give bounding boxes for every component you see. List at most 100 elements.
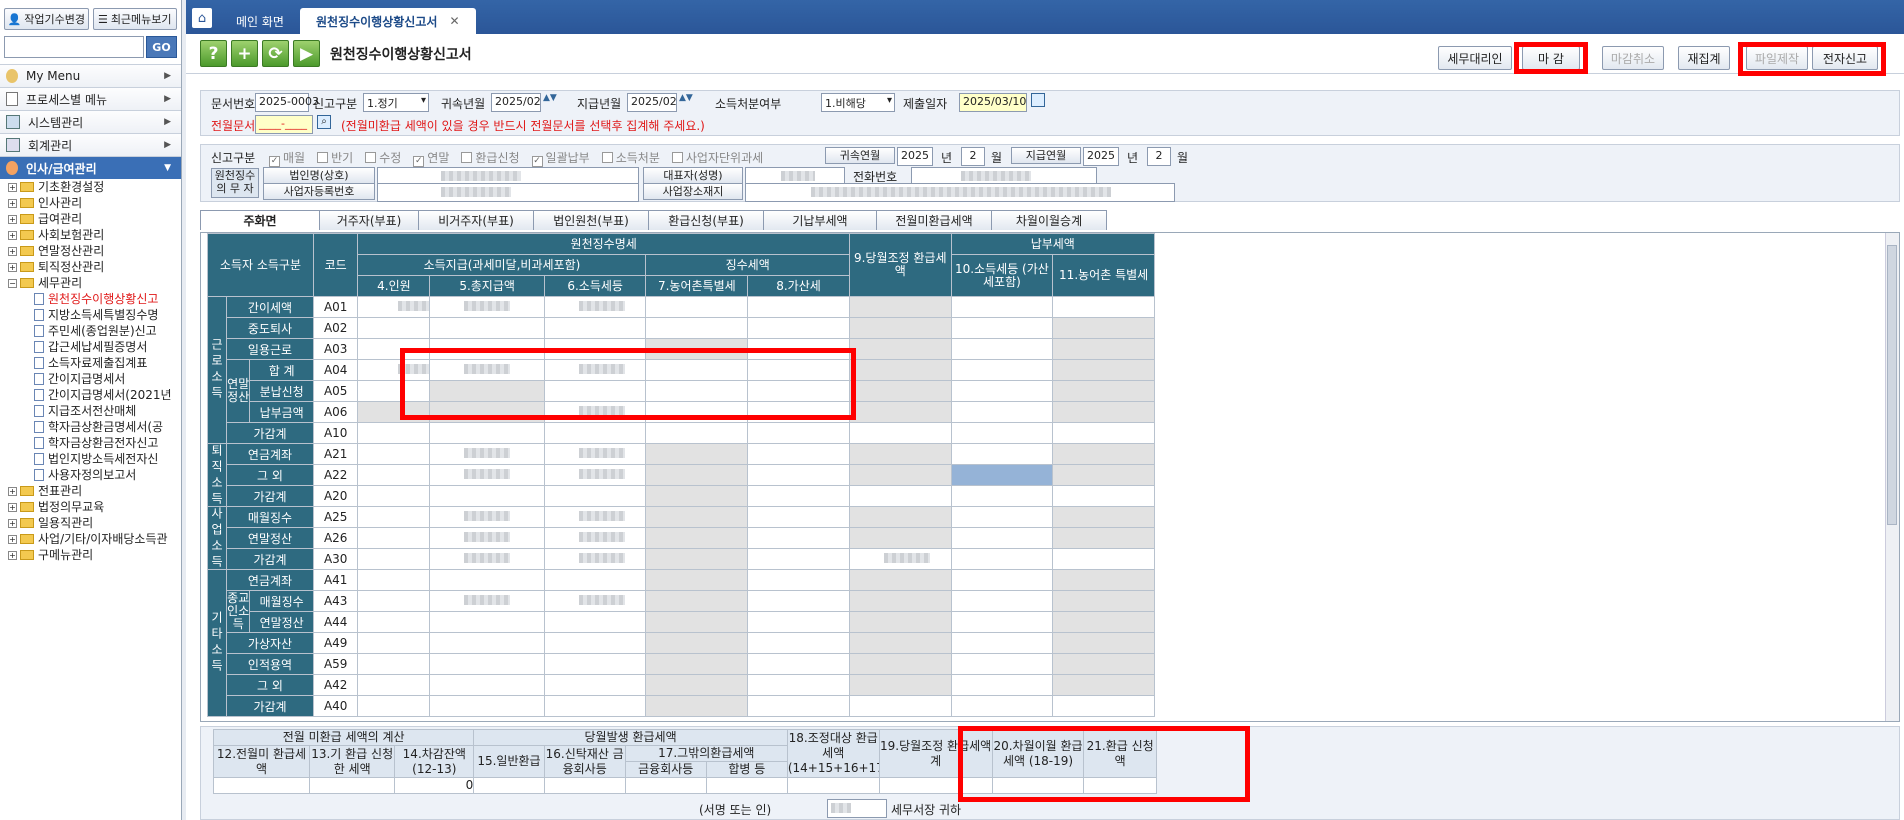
expand-icon[interactable]: + (8, 246, 17, 256)
expand-icon[interactable]: + (8, 518, 17, 528)
tree-item[interactable]: 학자금상환금명세서(공 (8, 419, 181, 435)
cell[interactable] (848, 548, 952, 570)
add-icon[interactable]: + (231, 40, 258, 67)
cell[interactable] (645, 422, 749, 444)
tax-agent-button[interactable]: 세무대리인 (1438, 46, 1512, 70)
subtab[interactable]: 법인원천(부표) (533, 210, 649, 230)
cell[interactable] (357, 632, 431, 654)
cell[interactable] (1052, 296, 1155, 318)
help-icon[interactable]: ? (200, 40, 227, 67)
spin-icon[interactable]: ▲▼ (543, 93, 557, 103)
cell[interactable] (950, 338, 1054, 360)
cell[interactable] (747, 632, 850, 654)
tree-item[interactable]: 법인지방소득세전자신 (8, 451, 181, 467)
cell[interactable] (747, 611, 850, 633)
menu-system[interactable]: 시스템관리 ▶ (0, 110, 181, 133)
expand-icon[interactable]: + (8, 182, 17, 192)
cell[interactable] (543, 674, 647, 696)
cell[interactable] (429, 464, 545, 486)
tree-item[interactable]: + 구메뉴관리 (8, 547, 181, 563)
recent-menu-button[interactable]: ☰ 최근메뉴보기 (92, 8, 177, 30)
cell[interactable] (429, 422, 545, 444)
c17b-value[interactable] (705, 777, 788, 794)
attr-month-num[interactable]: 2 (961, 147, 985, 166)
tree-item[interactable]: 주민세(종업원분)신고 (8, 323, 181, 339)
cell[interactable] (747, 464, 850, 486)
close-icon[interactable]: ✕ (449, 14, 459, 28)
cell[interactable] (357, 590, 431, 612)
c17a-value[interactable] (624, 777, 707, 794)
search-icon[interactable]: ⌕ (317, 115, 331, 129)
cell[interactable] (747, 485, 850, 507)
cell[interactable] (429, 296, 545, 318)
cell[interactable] (747, 590, 850, 612)
income-treat-select[interactable]: 1.비해당 (821, 93, 895, 112)
recalc-button[interactable]: 재집계 (1678, 46, 1730, 70)
go-button[interactable]: GO (146, 36, 177, 58)
cell[interactable] (357, 548, 431, 570)
play-icon[interactable]: ▶ (293, 40, 320, 67)
cell[interactable] (357, 695, 431, 717)
report-check[interactable]: 환급신청 (461, 149, 520, 167)
cell[interactable] (747, 653, 850, 675)
cell[interactable] (950, 422, 1054, 444)
cell[interactable] (429, 590, 545, 612)
cell[interactable] (543, 317, 647, 339)
cell[interactable] (1052, 422, 1155, 444)
cell[interactable] (747, 548, 850, 570)
cell[interactable] (950, 401, 1054, 423)
cell[interactable] (950, 296, 1054, 318)
cell[interactable] (950, 527, 1054, 549)
cell[interactable] (543, 569, 647, 591)
cell[interactable] (747, 674, 850, 696)
tree-item[interactable]: 원천징수이행상황신고 (8, 291, 181, 307)
c14-value[interactable]: 0 (394, 777, 475, 794)
tab-main-screen[interactable]: 메인 화면 (220, 8, 300, 34)
cell[interactable] (543, 485, 647, 507)
report-check[interactable]: 수정 (365, 149, 401, 167)
tree-item[interactable]: + 급여관리 (8, 211, 181, 227)
cell[interactable] (543, 296, 647, 318)
cell[interactable] (429, 485, 545, 507)
report-check[interactable]: 사업자단위과세 (671, 149, 763, 167)
subtab[interactable]: 환급신청(부표) (648, 210, 764, 230)
c15-value[interactable] (473, 777, 545, 794)
report-check[interactable]: 반기 (317, 149, 353, 167)
cell[interactable] (357, 569, 431, 591)
calendar-icon[interactable] (1031, 93, 1045, 107)
menu-accounting[interactable]: 회계관리 ▶ (0, 133, 181, 156)
cell[interactable] (950, 317, 1054, 339)
tree-item[interactable]: + 사회보험관리 (8, 227, 181, 243)
cell[interactable] (429, 317, 545, 339)
tree-item[interactable]: + 연말정산관리 (8, 243, 181, 259)
cell[interactable] (357, 443, 431, 465)
cell[interactable] (543, 590, 647, 612)
cell[interactable] (543, 443, 647, 465)
checkbox-icon[interactable]: ✓ (269, 156, 280, 167)
cell[interactable] (429, 569, 545, 591)
checkbox-icon[interactable] (461, 152, 473, 163)
tree-item[interactable]: + 사업/기타/이자배당소득관 (8, 531, 181, 547)
cell[interactable] (747, 443, 850, 465)
cell[interactable] (543, 611, 647, 633)
cell[interactable] (357, 422, 431, 444)
expand-icon[interactable]: + (8, 534, 17, 544)
cell[interactable] (950, 359, 1054, 381)
cell[interactable] (848, 695, 952, 717)
submit-date-field[interactable]: 2025/03/10 (959, 93, 1027, 112)
cell[interactable] (543, 527, 647, 549)
cell[interactable] (357, 296, 431, 318)
attr-month-field[interactable]: 2025/02 (491, 93, 541, 112)
tree-item[interactable]: 지방소득세특별징수명 (8, 307, 181, 323)
scroll-thumb[interactable] (1887, 245, 1897, 525)
cell[interactable] (950, 590, 1054, 612)
cell[interactable] (950, 674, 1054, 696)
cell[interactable] (950, 443, 1054, 465)
c18-value[interactable] (786, 777, 880, 794)
tree-item[interactable]: 간이지급명세서(2021년 (8, 387, 181, 403)
cell[interactable] (429, 548, 545, 570)
cell[interactable] (357, 485, 431, 507)
expand-icon[interactable]: + (8, 502, 17, 512)
cell[interactable] (429, 653, 545, 675)
cell[interactable] (543, 695, 647, 717)
